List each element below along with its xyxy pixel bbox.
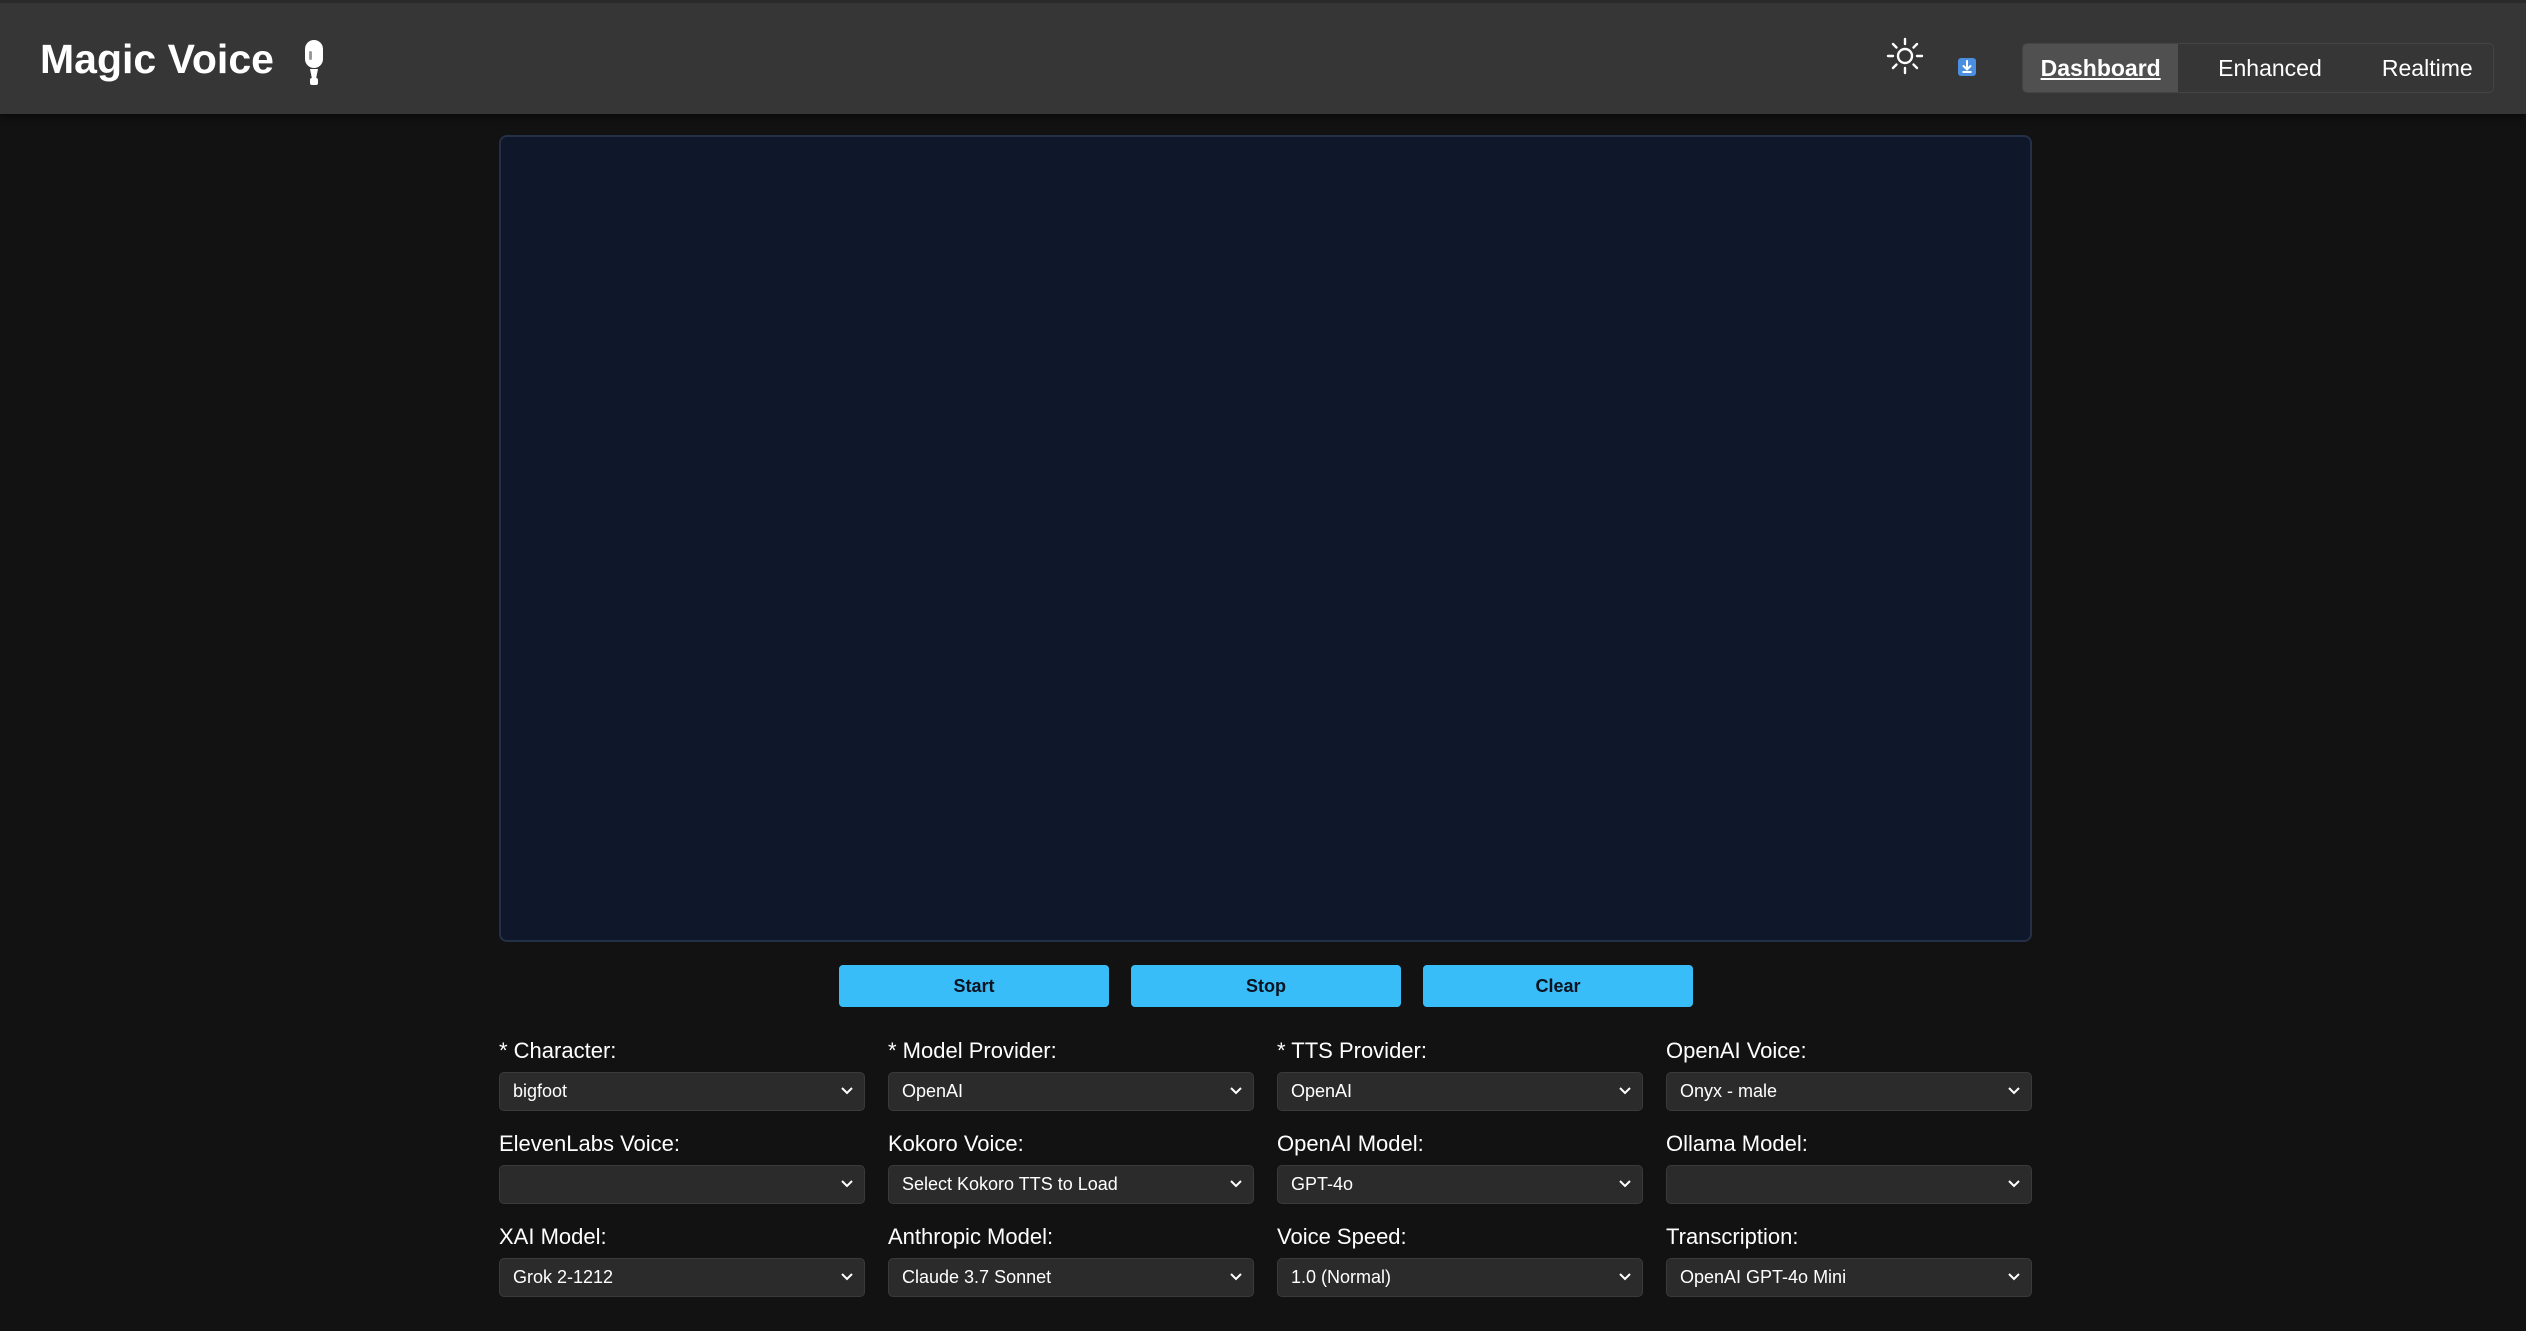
ollama-model-field: Ollama Model: [1666, 1131, 2032, 1204]
chevron-down-icon [1230, 1087, 1242, 1095]
tts-provider-label: * TTS Provider: [1277, 1038, 1427, 1063]
tab-realtime[interactable]: Realtime [2362, 44, 2493, 92]
anthropic-model-select[interactable]: Claude 3.7 Sonnet [888, 1258, 1254, 1297]
tab-dashboard[interactable]: Dashboard [2023, 44, 2179, 92]
anthropic-model-field: Anthropic Model: Claude 3.7 Sonnet [888, 1224, 1254, 1297]
model-provider-field: * Model Provider: OpenAI [888, 1038, 1254, 1111]
openai-model-value: GPT-4o [1291, 1174, 1354, 1194]
model-provider-value: OpenAI [902, 1081, 964, 1101]
transcription-value: OpenAI GPT-4o Mini [1680, 1267, 1847, 1287]
kokoro-voice-label: Kokoro Voice: [888, 1131, 1024, 1156]
xai-model-field: XAI Model: Grok 2-1212 [499, 1224, 865, 1297]
transcription-label: Transcription: [1666, 1224, 1799, 1249]
elevenlabs-voice-label: ElevenLabs Voice: [499, 1131, 681, 1156]
sun-icon[interactable] [1886, 37, 1924, 75]
kokoro-voice-select[interactable]: Select Kokoro TTS to Load [888, 1165, 1254, 1204]
voice-speed-label: Voice Speed: [1277, 1224, 1407, 1249]
chevron-down-icon [2008, 1087, 2020, 1095]
xai-model-label: XAI Model: [499, 1224, 607, 1249]
clear-button[interactable]: Clear [1423, 965, 1693, 1007]
openai-model-label: OpenAI Model: [1277, 1131, 1424, 1156]
transcription-field: Transcription: OpenAI GPT-4o Mini [1666, 1224, 2032, 1297]
ollama-model-select[interactable] [1666, 1165, 2032, 1204]
download-icon[interactable] [1958, 58, 1976, 76]
voice-speed-select[interactable]: 1.0 (Normal) [1277, 1258, 1643, 1297]
chevron-down-icon [841, 1087, 853, 1095]
kokoro-voice-value: Select Kokoro TTS to Load [902, 1174, 1118, 1194]
elevenlabs-voice-field: ElevenLabs Voice: [499, 1131, 865, 1204]
tts-provider-value: OpenAI [1291, 1081, 1353, 1101]
chevron-down-icon [1619, 1087, 1631, 1095]
voice-speed-value: 1.0 (Normal) [1291, 1267, 1392, 1287]
nav-tabs: Dashboard Enhanced Realtime [2022, 43, 2494, 93]
chevron-down-icon [841, 1180, 853, 1188]
chevron-down-icon [2008, 1273, 2020, 1281]
chevron-down-icon [2008, 1180, 2020, 1188]
chevron-down-icon [1619, 1273, 1631, 1281]
chevron-down-icon [841, 1273, 853, 1281]
stop-button[interactable]: Stop [1131, 965, 1401, 1007]
openai-voice-field: OpenAI Voice: Onyx - male [1666, 1038, 2032, 1111]
app-header: Magic Voice Dashboard Enhanced Realtime [0, 0, 2526, 114]
openai-voice-value: Onyx - male [1680, 1081, 1778, 1101]
tab-enhanced[interactable]: Enhanced [2178, 44, 2361, 92]
kokoro-voice-field: Kokoro Voice: Select Kokoro TTS to Load [888, 1131, 1254, 1204]
ollama-model-label: Ollama Model: [1666, 1131, 1808, 1156]
openai-voice-select[interactable]: Onyx - male [1666, 1072, 2032, 1111]
app-title: Magic Voice [40, 36, 274, 82]
chevron-down-icon [1230, 1180, 1242, 1188]
anthropic-model-value: Claude 3.7 Sonnet [902, 1267, 1052, 1287]
openai-model-select[interactable]: GPT-4o [1277, 1165, 1643, 1204]
chevron-down-icon [1619, 1180, 1631, 1188]
voice-speed-field: Voice Speed: 1.0 (Normal) [1277, 1224, 1643, 1297]
xai-model-select[interactable]: Grok 2-1212 [499, 1258, 865, 1297]
model-provider-select[interactable]: OpenAI [888, 1072, 1254, 1111]
character-label: * Character: [499, 1038, 617, 1063]
microphone-icon [305, 40, 323, 85]
model-provider-label: * Model Provider: [888, 1038, 1057, 1063]
character-select[interactable]: bigfoot [499, 1072, 865, 1111]
transcript-panel [499, 135, 2032, 942]
xai-model-value: Grok 2-1212 [513, 1267, 614, 1287]
start-button[interactable]: Start [839, 965, 1109, 1007]
character-value: bigfoot [513, 1081, 568, 1101]
tts-provider-select[interactable]: OpenAI [1277, 1072, 1643, 1111]
tts-provider-field: * TTS Provider: OpenAI [1277, 1038, 1643, 1111]
chevron-down-icon [1230, 1273, 1242, 1281]
transcription-select[interactable]: OpenAI GPT-4o Mini [1666, 1258, 2032, 1297]
openai-model-field: OpenAI Model: GPT-4o [1277, 1131, 1643, 1204]
character-field: * Character: bigfoot [499, 1038, 865, 1111]
anthropic-model-label: Anthropic Model: [888, 1224, 1054, 1249]
openai-voice-label: OpenAI Voice: [1666, 1038, 1807, 1063]
elevenlabs-voice-select[interactable] [499, 1165, 865, 1204]
